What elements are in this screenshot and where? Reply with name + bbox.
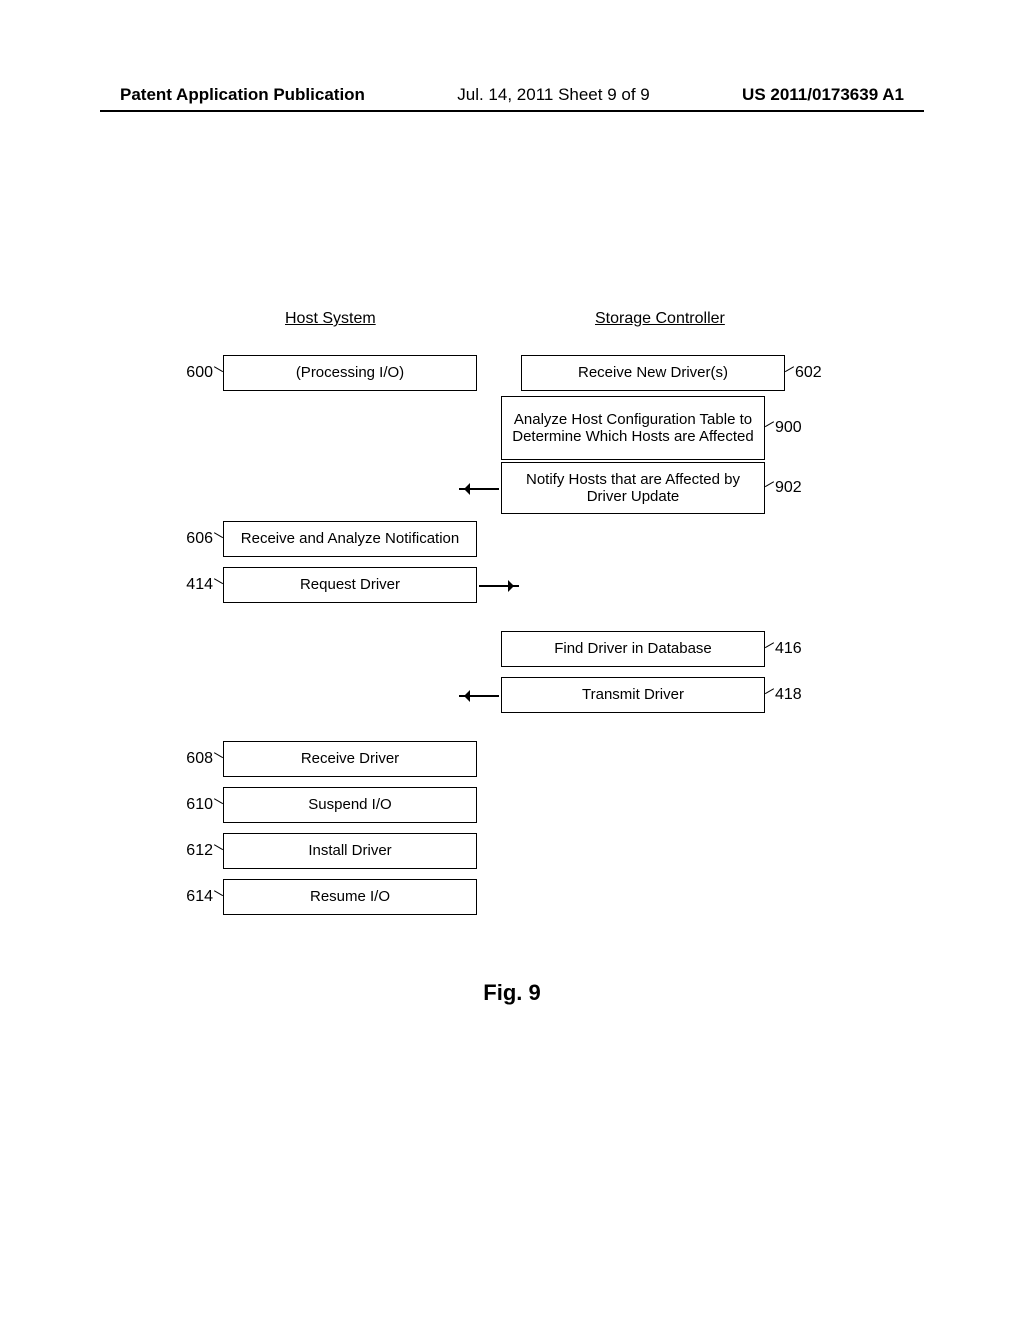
box-receive-driver: Receive Driver	[223, 741, 477, 777]
ref-418: 418	[773, 686, 825, 704]
tick-icon	[215, 526, 223, 552]
tick-icon	[765, 475, 773, 501]
box-receive-new-drivers: Receive New Driver(s)	[521, 355, 785, 391]
box-suspend-io: Suspend I/O	[223, 787, 477, 823]
box-resume-io: Resume I/O	[223, 879, 477, 915]
row-612: 612 Install Driver	[165, 828, 865, 874]
box-receive-analyze-notification: Receive and Analyze Notification	[223, 521, 477, 557]
page-header: Patent Application Publication Jul. 14, …	[0, 85, 1024, 105]
row-418: Transmit Driver 418	[165, 672, 865, 718]
col-head-stor: Storage Controller	[595, 310, 725, 328]
header-rule	[100, 110, 924, 112]
header-mid: Jul. 14, 2011 Sheet 9 of 9	[457, 85, 650, 105]
row-608: 608 Receive Driver	[165, 736, 865, 782]
row-600-602: 600 (Processing I/O) Receive New Driver(…	[165, 350, 865, 396]
tick-icon	[215, 746, 223, 772]
row-416: Find Driver in Database 416	[165, 626, 865, 672]
tick-icon	[215, 884, 223, 910]
flow-diagram: Host System Storage Controller 600 (Proc…	[165, 310, 865, 920]
row-606: 606 Receive and Analyze Notification	[165, 516, 865, 562]
header-left: Patent Application Publication	[120, 85, 365, 105]
tick-icon	[765, 415, 773, 441]
box-analyze-host-config: Analyze Host Configuration Table to Dete…	[501, 396, 765, 460]
header-right: US 2011/0173639 A1	[742, 85, 904, 105]
col-head-host: Host System	[285, 310, 376, 328]
ref-902: 902	[773, 479, 825, 497]
tick-icon	[215, 792, 223, 818]
ref-608: 608	[165, 750, 215, 768]
tick-icon	[765, 682, 773, 708]
column-headers: Host System Storage Controller	[165, 310, 865, 340]
tick-icon	[215, 838, 223, 864]
ref-606: 606	[165, 530, 215, 548]
row-902: Notify Hosts that are Affected by Driver…	[165, 460, 865, 516]
tick-icon	[765, 636, 773, 662]
tick-icon	[215, 360, 223, 386]
ref-614: 614	[165, 888, 215, 906]
box-notify-hosts: Notify Hosts that are Affected by Driver…	[501, 462, 765, 514]
ref-602: 602	[793, 364, 845, 382]
ref-416: 416	[773, 640, 825, 658]
ref-900: 900	[773, 419, 825, 437]
row-614: 614 Resume I/O	[165, 874, 865, 920]
ref-610: 610	[165, 796, 215, 814]
ref-600: 600	[165, 364, 215, 382]
box-find-driver: Find Driver in Database	[501, 631, 765, 667]
figure-label: Fig. 9	[0, 980, 1024, 1006]
box-transmit-driver: Transmit Driver	[501, 677, 765, 713]
box-processing-io: (Processing I/O)	[223, 355, 477, 391]
tick-icon	[215, 572, 223, 598]
row-414: 414 Request Driver	[165, 562, 865, 608]
box-request-driver: Request Driver	[223, 567, 477, 603]
ref-612: 612	[165, 842, 215, 860]
ref-414: 414	[165, 576, 215, 594]
row-900: Analyze Host Configuration Table to Dete…	[165, 396, 865, 460]
row-610: 610 Suspend I/O	[165, 782, 865, 828]
box-install-driver: Install Driver	[223, 833, 477, 869]
tick-icon	[785, 360, 793, 386]
